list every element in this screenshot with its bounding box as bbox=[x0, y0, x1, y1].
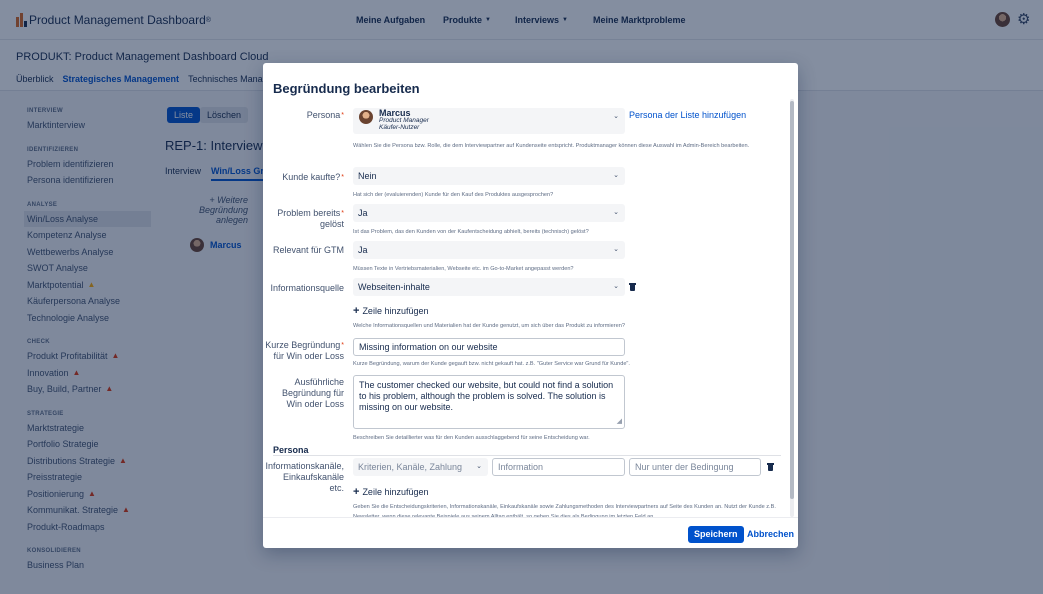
chevron-down-icon: ⌄ bbox=[613, 283, 619, 290]
trash-icon[interactable] bbox=[629, 283, 636, 291]
dialog-body: Persona* ⌄ Marcus Product Manager Käufer… bbox=[263, 99, 798, 517]
problem-geloest-select[interactable]: Ja ⌄ bbox=[353, 204, 625, 222]
persona-label: Persona* bbox=[306, 110, 344, 120]
informationsquelle-label: Informationsquelle bbox=[270, 283, 344, 293]
trash-icon[interactable] bbox=[767, 463, 774, 471]
chevron-down-icon: ⌄ bbox=[613, 209, 619, 216]
kunde-kaufte-select[interactable]: Nein ⌄ bbox=[353, 167, 625, 185]
chevron-down-icon: ⌄ bbox=[613, 172, 619, 179]
persona-role: Product Manager bbox=[379, 117, 429, 124]
edit-reason-dialog: Begründung bearbeiten Persona* ⌄ Marcus … bbox=[263, 63, 798, 548]
kriterien-select[interactable]: Kriterien, Kanäle, Zahlung ⌄ bbox=[353, 458, 488, 476]
informationsquelle-select[interactable]: Webseiten-inhalte ⌄ bbox=[353, 278, 625, 296]
kurze-begruendung-label: Kurze Begründung* für Win oder Loss bbox=[265, 340, 344, 361]
cancel-button[interactable]: Abbrechen bbox=[745, 526, 796, 543]
bedingung-input[interactable]: Nur unter der Bedingung bbox=[629, 458, 761, 476]
dialog-footer: Speichern Abbrechen bbox=[263, 517, 798, 548]
informationsquelle-help: Welche Informationsquellen und Materiali… bbox=[353, 323, 625, 329]
relevant-gtm-label: Relevant für GTM bbox=[272, 245, 344, 255]
problem-geloest-label: Problem bereits* gelöst bbox=[277, 208, 344, 229]
persona-section-heading: Persona bbox=[273, 445, 309, 455]
ausfuehrliche-begruendung-label: Ausführliche Begründung für Win oder Loss bbox=[281, 377, 344, 409]
kunde-kaufte-help: Hat sich der (evaluierenden) Kunde für d… bbox=[353, 192, 554, 198]
persona-type: Käufer-Nutzer bbox=[379, 124, 420, 131]
ausfuehrliche-begruendung-textarea[interactable]: The customer checked our website, but co… bbox=[353, 375, 625, 429]
chevron-down-icon: ⌄ bbox=[613, 246, 619, 253]
relevant-gtm-select[interactable]: Ja ⌄ bbox=[353, 241, 625, 259]
kurze-begruendung-input[interactable]: Missing information on our website bbox=[353, 338, 625, 356]
problem-geloest-help: Ist das Problem, das den Kunden von der … bbox=[353, 229, 589, 235]
add-channel-row-button[interactable]: + Zeile hinzufügen bbox=[353, 486, 428, 498]
ausfuehrliche-begruendung-help: Beschreiben Sie detaillierter was für de… bbox=[353, 435, 590, 441]
persona-name: Marcus bbox=[379, 108, 411, 118]
add-persona-link[interactable]: Persona der Liste hinzufügen bbox=[629, 110, 746, 120]
scrollbar-thumb[interactable] bbox=[790, 101, 794, 499]
information-input[interactable]: Information bbox=[492, 458, 625, 476]
kunde-kaufte-label: Kunde kaufte?* bbox=[282, 172, 344, 182]
persona-avatar bbox=[359, 110, 373, 124]
kanaele-label: Informationskanäle, Einkaufskanäle etc. bbox=[265, 461, 344, 493]
kurze-begruendung-help: Kurze Begründung, warum der Kunde gegauf… bbox=[353, 361, 630, 367]
divider bbox=[273, 455, 781, 456]
persona-help: Wählen Sie die Persona bzw. Rolle, die d… bbox=[353, 143, 750, 149]
dialog-title: Begründung bearbeiten bbox=[273, 81, 420, 96]
resize-handle-icon[interactable]: ◢ bbox=[617, 416, 622, 427]
add-info-row-button[interactable]: + Zeile hinzufügen bbox=[353, 305, 428, 317]
kanaele-help: Geben Sie die Entscheidungskriterien, In… bbox=[353, 504, 776, 517]
relevant-gtm-help: Müssen Texte in Vertriebsmaterialien, We… bbox=[353, 266, 574, 272]
chevron-down-icon: ⌄ bbox=[476, 463, 482, 470]
save-button[interactable]: Speichern bbox=[688, 526, 744, 543]
chevron-down-icon: ⌄ bbox=[613, 113, 619, 120]
